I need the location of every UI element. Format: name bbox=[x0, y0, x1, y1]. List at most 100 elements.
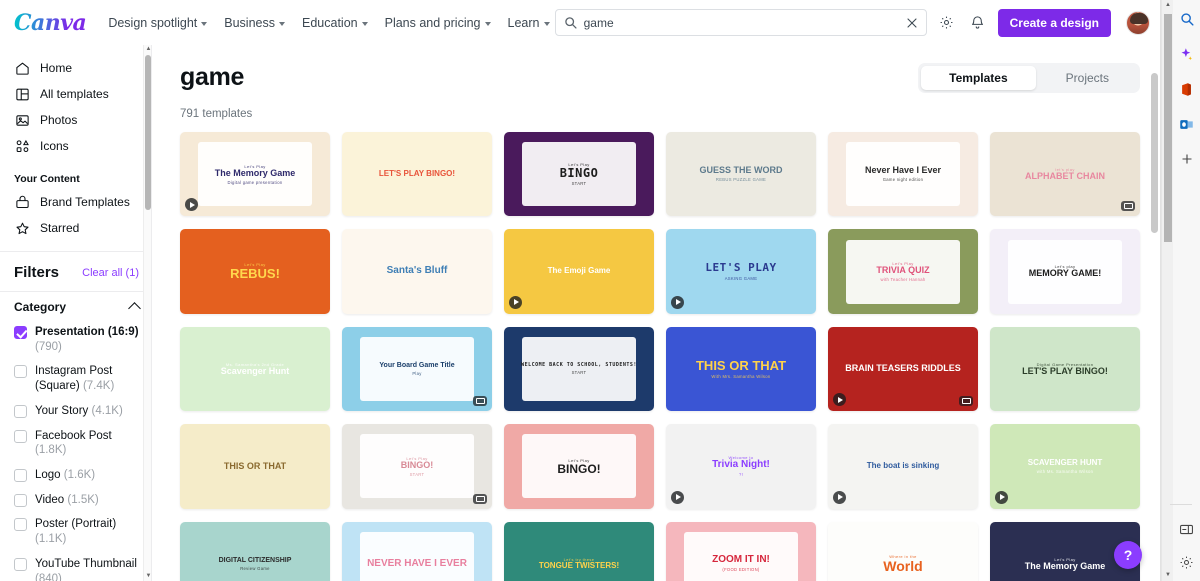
animation-icon[interactable] bbox=[959, 396, 973, 407]
template-card[interactable]: Never Have I Ever Game night edition bbox=[828, 132, 978, 217]
sidebar-toggle-icon[interactable] bbox=[1176, 518, 1198, 540]
template-card[interactable]: Your Board Game Title Play bbox=[342, 326, 492, 412]
chevron-down-icon bbox=[543, 21, 550, 26]
template-card[interactable]: Where in the World bbox=[828, 521, 978, 581]
play-icon[interactable] bbox=[509, 295, 522, 309]
help-button[interactable]: ? bbox=[1114, 541, 1142, 569]
template-card[interactable]: BRAIN TEASERS RIDDLES bbox=[828, 326, 978, 412]
template-card[interactable]: Let's try these TONGUE TWISTERS! bbox=[504, 521, 654, 581]
window-scroll-thumb[interactable] bbox=[1164, 14, 1172, 242]
checkbox[interactable] bbox=[14, 557, 27, 571]
avatar[interactable] bbox=[1126, 10, 1150, 35]
checkbox[interactable] bbox=[14, 326, 27, 339]
add-icon[interactable] bbox=[1176, 148, 1198, 170]
template-card[interactable]: Let's Play REBUS! bbox=[180, 229, 330, 314]
checkbox[interactable] bbox=[14, 518, 27, 532]
sidebar-scrollbar[interactable]: ▲ ▼ bbox=[143, 45, 151, 581]
search-icon[interactable] bbox=[1176, 8, 1198, 30]
sidebar-item-photos[interactable]: Photos bbox=[10, 107, 141, 133]
canva-logo[interactable]: Canva bbox=[14, 10, 87, 36]
nav-item-design-spotlight[interactable]: Design spotlight bbox=[108, 16, 208, 30]
tab-templates[interactable]: Templates bbox=[921, 66, 1036, 90]
photos-icon bbox=[14, 112, 30, 128]
template-card[interactable]: LET'S PLAY BINGO! bbox=[342, 132, 492, 217]
copilot-icon[interactable] bbox=[1176, 43, 1198, 65]
template-card[interactable]: Let's Play BINGO START bbox=[504, 132, 654, 217]
clear-icon[interactable] bbox=[906, 17, 918, 29]
main-scroll-thumb[interactable] bbox=[1151, 73, 1158, 233]
category-poster-portrait[interactable]: Poster (Portrait) (1.1K) bbox=[14, 512, 141, 551]
checkbox[interactable] bbox=[14, 429, 27, 443]
gear-icon[interactable] bbox=[936, 12, 958, 34]
settings-icon[interactable] bbox=[1176, 551, 1198, 573]
template-card[interactable]: Let's Play The Memory Game Digital game pr… bbox=[180, 132, 330, 217]
sidebar-item-icons[interactable]: Icons bbox=[10, 133, 141, 159]
checkbox[interactable] bbox=[14, 404, 27, 418]
template-card[interactable]: GUESS THE WORD REBUS PUZZLE GAME bbox=[666, 132, 816, 217]
nav-item-learn[interactable]: Learn bbox=[508, 16, 550, 30]
template-subtitle: (FOOD EDITION) bbox=[722, 567, 760, 573]
play-icon[interactable] bbox=[995, 490, 1008, 504]
nav-item-education[interactable]: Education bbox=[302, 16, 368, 30]
template-card[interactable]: Santa's Bluff bbox=[342, 229, 492, 314]
checkbox[interactable] bbox=[14, 365, 27, 379]
template-card[interactable]: THIS OR THAT bbox=[180, 424, 330, 509]
play-icon[interactable] bbox=[833, 490, 846, 504]
window-scrollbar[interactable]: ▲ ▼ bbox=[1161, 0, 1173, 581]
outlook-icon[interactable] bbox=[1176, 113, 1198, 135]
template-card[interactable]: NEVER HAVE I EVER bbox=[342, 521, 492, 581]
sidebar-item-all-templates[interactable]: All templates bbox=[10, 81, 141, 107]
checkbox[interactable] bbox=[14, 469, 27, 483]
sidebar-item-home[interactable]: Home bbox=[10, 55, 141, 81]
scroll-down-arrow[interactable]: ▼ bbox=[146, 573, 152, 579]
category-count: (840) bbox=[35, 572, 62, 581]
template-card[interactable]: Let's play MEMORY GAME! bbox=[990, 229, 1140, 314]
search-input[interactable] bbox=[583, 15, 899, 30]
category-video[interactable]: Video (1.5K) bbox=[14, 488, 141, 513]
animation-icon[interactable] bbox=[473, 493, 487, 504]
search-box[interactable] bbox=[554, 9, 927, 36]
category-your-story[interactable]: Your Story (4.1K) bbox=[14, 399, 141, 424]
category-logo[interactable]: Logo (1.6K) bbox=[14, 463, 141, 488]
tab-projects[interactable]: Projects bbox=[1038, 66, 1137, 90]
template-card[interactable]: The Emoji Game bbox=[504, 229, 654, 314]
template-card[interactable]: Welcome to Trivia Night!?! bbox=[666, 424, 816, 509]
sidebar-scroll-thumb[interactable] bbox=[145, 55, 151, 210]
animation-icon[interactable] bbox=[473, 396, 487, 407]
nav-item-business[interactable]: Business bbox=[224, 16, 285, 30]
sidebar-item-starred[interactable]: Starred bbox=[10, 215, 141, 241]
nav-item-plans-and-pricing[interactable]: Plans and pricing bbox=[385, 16, 491, 30]
office-icon[interactable] bbox=[1176, 78, 1198, 100]
template-card[interactable]: Ms. Samantha's 2nd Grade Scavenger Hunt bbox=[180, 326, 330, 412]
template-card[interactable]: Let's Play TRIVIA QUIZ with Teacher Hannah bbox=[828, 229, 978, 314]
template-card[interactable]: LET'S PLAY ASKING GAME bbox=[666, 229, 816, 314]
play-icon[interactable] bbox=[671, 295, 684, 309]
template-card[interactable]: THIS OR THAT With Mrs. Samantha Wilson bbox=[666, 326, 816, 412]
scroll-up-arrow[interactable]: ▲ bbox=[146, 46, 152, 52]
template-title: BINGO bbox=[559, 166, 599, 181]
template-card[interactable]: The boat is sinking bbox=[828, 424, 978, 509]
category-header[interactable]: Category bbox=[0, 291, 151, 320]
template-card[interactable]: DIGITAL CITIZENSHIP Review Game bbox=[180, 521, 330, 581]
clear-all-button[interactable]: Clear all (1) bbox=[82, 267, 139, 279]
template-card[interactable]: ZOOM IT IN! (FOOD EDITION) bbox=[666, 521, 816, 581]
template-card[interactable]: let's play ALPHABET CHAIN bbox=[990, 132, 1140, 217]
create-a-design-button[interactable]: Create a design bbox=[997, 8, 1111, 37]
bell-icon[interactable] bbox=[967, 12, 989, 34]
template-card[interactable]: Digital Game Presentation LET'S PLAY BING… bbox=[990, 326, 1140, 412]
category-facebook-post[interactable]: Facebook Post (1.8K) bbox=[14, 424, 141, 463]
sidebar-item-brand-templates[interactable]: Brand Templates bbox=[10, 189, 141, 215]
template-card[interactable]: Let's Play BINGO! bbox=[504, 424, 654, 509]
category-youtube-thumbnail[interactable]: YouTube Thumbnail (840) bbox=[14, 552, 141, 581]
template-card[interactable]: WELCOME BACK TO SCHOOL, STUDENTS! START bbox=[504, 326, 654, 412]
category-presentation-169[interactable]: Presentation (16:9) (790) bbox=[14, 320, 141, 359]
scroll-up-arrow[interactable]: ▲ bbox=[1165, 2, 1171, 8]
template-title: BRAIN TEASERS RIDDLES bbox=[845, 363, 961, 374]
template-card[interactable]: SCAVENGER HUNT with Ms. Samantha Wilson bbox=[990, 424, 1140, 509]
category-instagram-post-square[interactable]: Instagram Post (Square) (7.4K) bbox=[14, 359, 141, 398]
template-card[interactable]: Let's Play BINGO! START bbox=[342, 424, 492, 509]
play-icon[interactable] bbox=[671, 490, 684, 504]
sidebar-item-label: Photos bbox=[40, 113, 78, 127]
animation-icon[interactable] bbox=[1121, 201, 1135, 212]
checkbox[interactable] bbox=[14, 493, 27, 507]
